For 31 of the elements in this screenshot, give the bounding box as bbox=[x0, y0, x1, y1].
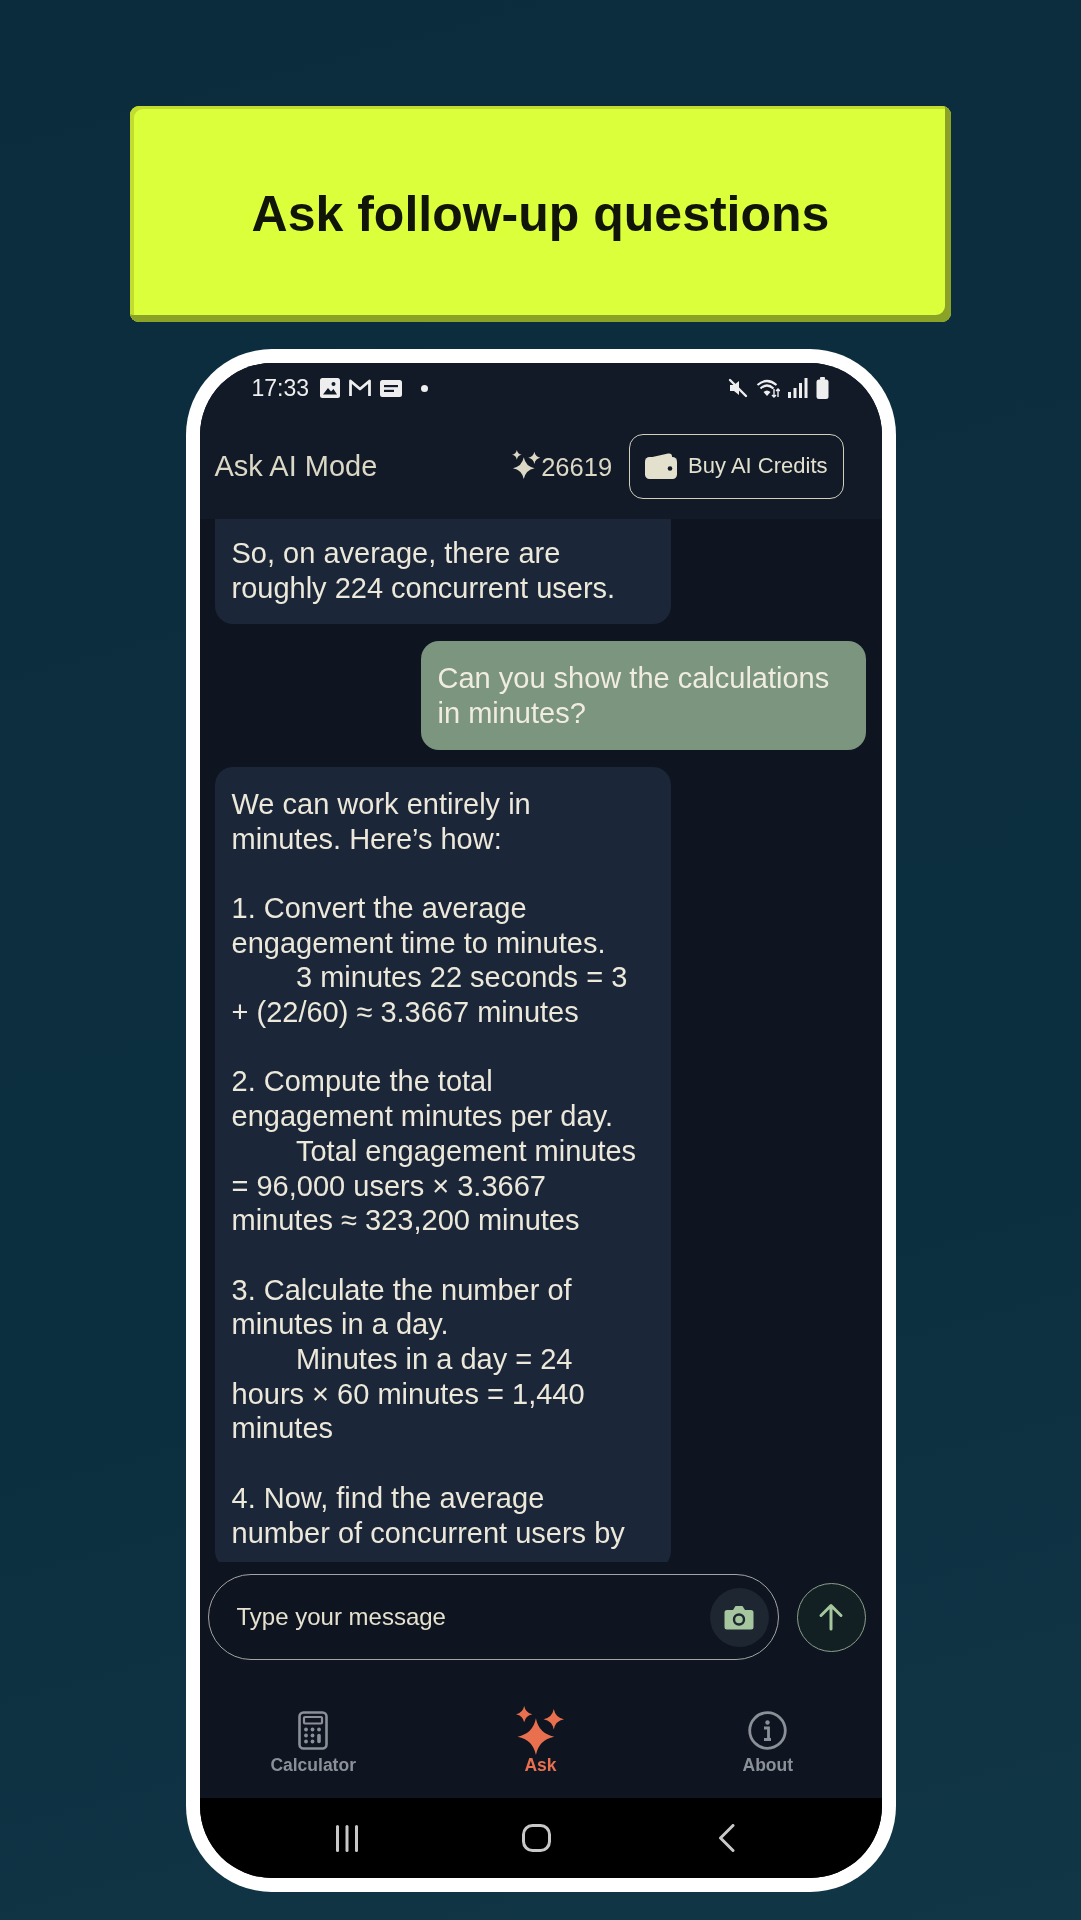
arrow-up-icon bbox=[818, 1603, 844, 1631]
mail-icon bbox=[349, 379, 372, 397]
battery-icon bbox=[815, 377, 829, 399]
camera-icon bbox=[724, 1604, 754, 1630]
nav-tab[interactable]: Ask bbox=[516, 1705, 565, 1775]
wallet-icon bbox=[645, 453, 678, 479]
home-icon[interactable] bbox=[522, 1824, 551, 1852]
buy-credits-button[interactable]: Buy AI Credits bbox=[629, 433, 844, 499]
card-icon bbox=[380, 379, 403, 397]
mute-icon bbox=[727, 378, 748, 398]
user-message: Can you show the calculations in minutes? bbox=[420, 641, 866, 750]
calculator-icon bbox=[298, 1710, 329, 1750]
wifi-icon bbox=[755, 378, 780, 398]
banner-title: Ask follow-up questions bbox=[251, 185, 830, 243]
recents-icon[interactable] bbox=[334, 1824, 359, 1852]
image-icon bbox=[320, 378, 341, 398]
signal-icon bbox=[787, 378, 808, 398]
camera-button[interactable] bbox=[709, 1587, 769, 1647]
message-field[interactable]: Type your message bbox=[207, 1574, 779, 1660]
notification-dot-icon bbox=[421, 384, 429, 392]
assistant-message: So, on average, there are roughly 224 concurrent users. bbox=[214, 519, 671, 625]
nav-tab[interactable]: Calculator bbox=[270, 1705, 356, 1775]
header-title: Ask AI Mode bbox=[214, 449, 379, 483]
credit-count: 26619 bbox=[541, 452, 613, 482]
nav-tab[interactable]: About bbox=[742, 1705, 794, 1775]
back-icon[interactable] bbox=[718, 1824, 735, 1852]
info-icon bbox=[748, 1710, 788, 1750]
sparkle-icon bbox=[516, 1705, 565, 1755]
assistant-message: We can work entirely in minutes. Here’s how: 1. Convert the average engagement time to minutes. 3 minutes 22 seconds = 3 + (22/60) ≈ 3.3667 minutes 2. Compute the total engagement minutes per day. Total engagement minutes = 96,000 users × 3.3667 minutes ≈ 323,200 minutes 3. Calculate the number of minutes in a day. Minutes in a day = 24 hours × 60 minutes = 1,440 minutes 4. Now, find the average number of concurrent users by bbox=[214, 766, 671, 1562]
sparkle-icon bbox=[512, 449, 542, 479]
status-time: 17:33 bbox=[251, 374, 310, 402]
